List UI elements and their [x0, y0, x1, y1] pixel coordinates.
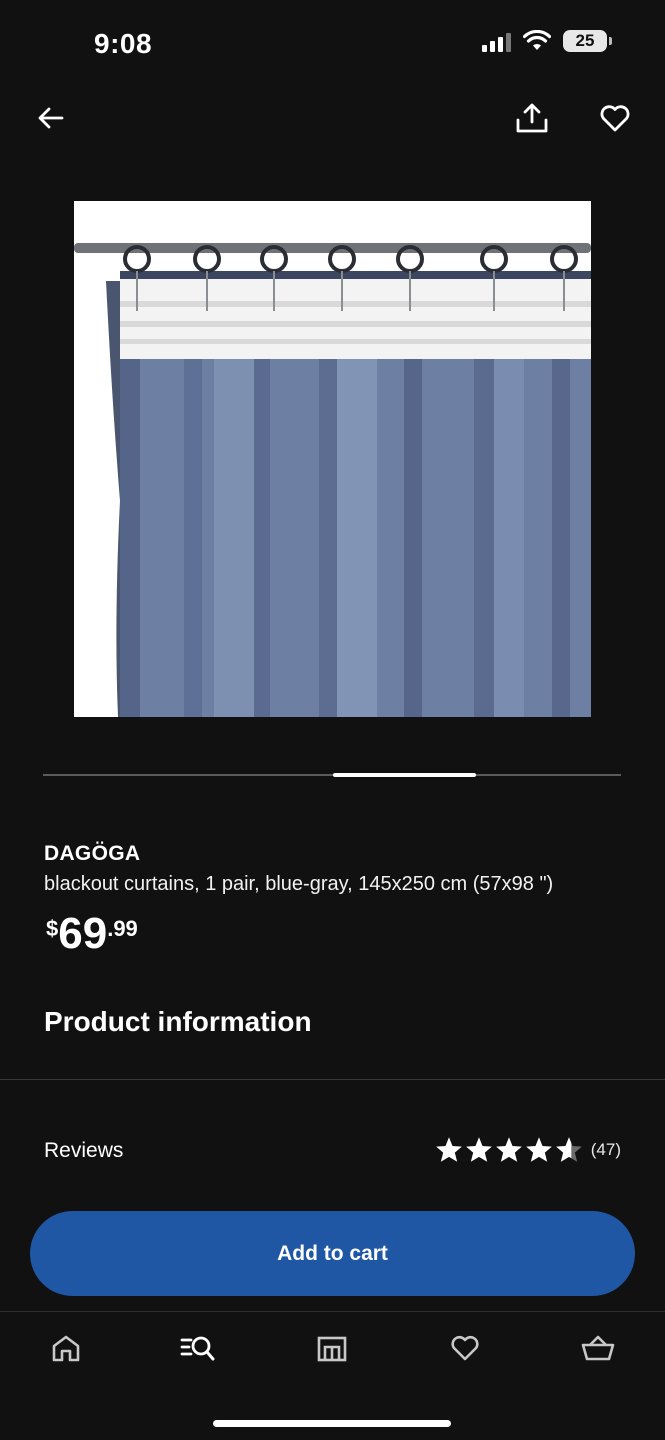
home-indicator[interactable]: [213, 1420, 451, 1427]
star-icon: [465, 1137, 492, 1162]
tab-cart[interactable]: [568, 1326, 628, 1370]
divider: [0, 1079, 665, 1080]
product-brand: DAGÖGA: [44, 842, 141, 865]
review-count: (47): [590, 1139, 621, 1159]
product-image[interactable]: [74, 201, 591, 717]
tab-bar-divider: [0, 1311, 665, 1312]
product-description: blackout curtains, 1 pair, blue-gray, 14…: [44, 873, 554, 895]
back-button[interactable]: [30, 98, 70, 138]
cellular-signal-icon: [482, 30, 511, 52]
heart-icon: [600, 104, 630, 131]
tab-home[interactable]: [36, 1326, 96, 1370]
price-integer: 69: [58, 909, 108, 958]
share-button[interactable]: [511, 97, 553, 139]
status-time: 9:08: [94, 28, 153, 59]
star-icon: [525, 1137, 552, 1162]
carousel-track: [43, 774, 621, 776]
star-icon: [435, 1137, 462, 1162]
rating-stars[interactable]: (47): [435, 1136, 621, 1163]
reviews-label[interactable]: Reviews: [44, 1139, 123, 1163]
tab-store[interactable]: [302, 1326, 362, 1370]
favorite-button[interactable]: [594, 97, 636, 139]
half-star-icon: [555, 1137, 582, 1162]
battery-indicator: 25: [563, 30, 612, 52]
wifi-icon: [523, 30, 551, 50]
price-currency: $: [46, 916, 59, 941]
arrow-left-icon: [38, 107, 64, 129]
search-list-icon: [180, 1336, 215, 1361]
home-icon: [52, 1335, 80, 1362]
status-icons: 25: [482, 30, 612, 52]
tab-favorites[interactable]: [435, 1326, 495, 1370]
store-icon: [317, 1336, 347, 1362]
add-to-cart-button[interactable]: Add to cart: [30, 1211, 635, 1296]
star-icon: [495, 1137, 522, 1162]
price-decimal: .99: [107, 916, 138, 941]
product-price: $ 69 .99: [46, 908, 138, 960]
product-information-heading[interactable]: Product information: [44, 1006, 312, 1038]
tab-search[interactable]: [168, 1326, 228, 1370]
heart-icon: [451, 1335, 479, 1360]
curtain-image: [74, 201, 591, 717]
carousel-active-indicator: [333, 773, 476, 777]
basket-icon: [581, 1335, 615, 1361]
share-icon: [516, 103, 548, 133]
